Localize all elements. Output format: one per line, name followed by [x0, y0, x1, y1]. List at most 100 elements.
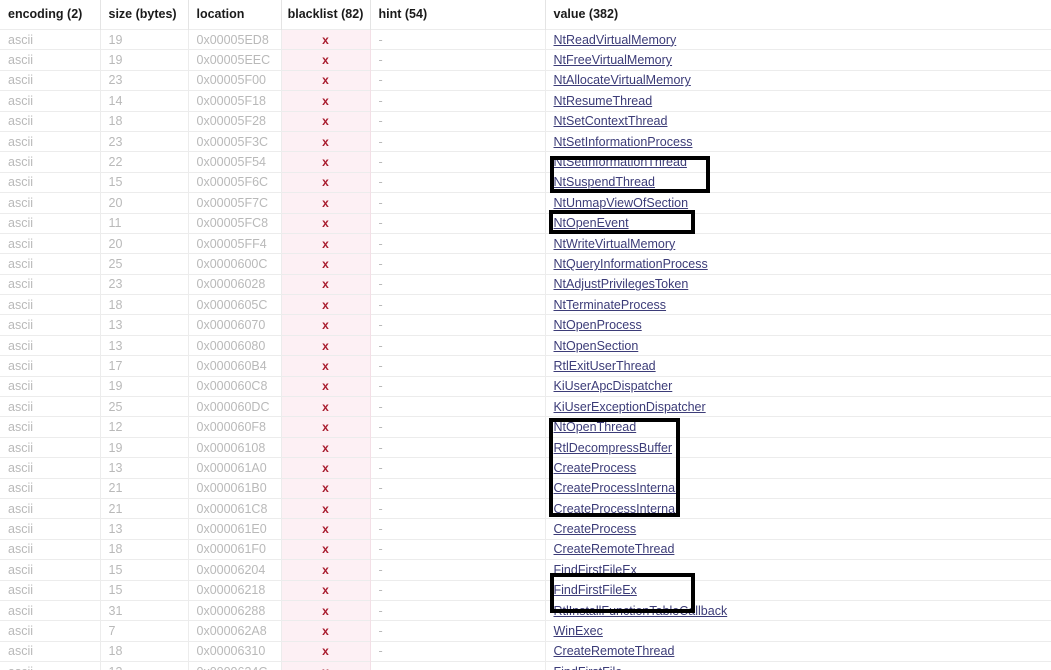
function-name-link[interactable]: FindFirstFileEx — [554, 563, 637, 577]
column-header-size[interactable]: size (bytes) — [100, 0, 189, 30]
cell-value[interactable]: RtlExitUserThread — [545, 355, 1051, 377]
cell-value[interactable]: CreateProcess — [545, 518, 1051, 540]
function-name-link[interactable]: FindFirstFileEx — [554, 583, 637, 597]
cell-value[interactable]: RtlDecompressBuffer — [545, 436, 1051, 458]
column-header-hint[interactable]: hint (54) — [370, 0, 546, 30]
function-name-link[interactable]: NtUnmapViewOfSection — [554, 196, 689, 210]
cell-value[interactable]: NtOpenThread — [545, 416, 1051, 438]
function-name-link[interactable]: NtResumeThread — [554, 94, 653, 108]
table-row[interactable]: ascii 18 0x00005F28 x - NtSetContextThread — [0, 110, 1051, 132]
table-row[interactable]: ascii 22 0x00005F54 x - NtSetInformationThrea… — [0, 151, 1051, 173]
cell-value[interactable]: NtResumeThread — [545, 90, 1051, 112]
cell-value[interactable]: NtAllocateVirtualMemory — [545, 69, 1051, 91]
function-name-link[interactable]: WinExec — [554, 624, 603, 638]
cell-value[interactable]: FindFirstFileEx — [545, 559, 1051, 581]
table-row[interactable]: ascii 21 0x000061C8 x - CreateProcessInternal — [0, 497, 1051, 519]
cell-value[interactable]: NtFreeVirtualMemory — [545, 49, 1051, 71]
function-name-link[interactable]: NtQueryInformationProcess — [554, 257, 708, 271]
function-name-link[interactable]: NtOpenThread — [554, 420, 637, 434]
function-name-link[interactable]: KiUserExceptionDispatcher — [554, 400, 706, 414]
table-row[interactable]: ascii 19 0x000060C8 x - KiUserApcDispatcher — [0, 375, 1051, 397]
cell-value[interactable]: NtWriteVirtualMemory — [545, 232, 1051, 254]
table-row[interactable]: ascii130x0000634Cx- FindFirstFile — [0, 661, 1051, 670]
function-name-link[interactable]: NtAllocateVirtualMemory — [554, 73, 691, 87]
table-row[interactable]: ascii 11 0x00005FC8 x - NtOpenEvent — [0, 212, 1051, 234]
cell-value[interactable]: NtSetContextThread — [545, 110, 1051, 132]
function-name-link[interactable]: CreateProcessInternal — [554, 502, 678, 516]
function-name-link[interactable]: CreateProcessInternal — [554, 481, 678, 495]
cell-value[interactable]: CreateProcessInternal — [545, 477, 1051, 499]
table-row[interactable]: ascii 19 0x00006108 x - RtlDecompressBuffer — [0, 436, 1051, 458]
cell-value[interactable]: KiUserExceptionDispatcher — [545, 396, 1051, 417]
table-row[interactable]: ascii 20 0x00005F7C x - NtUnmapViewOfSection — [0, 192, 1051, 214]
table-row[interactable]: ascii 17 0x000060B4 x - RtlExitUserThread — [0, 355, 1051, 377]
function-name-link[interactable]: NtFreeVirtualMemory — [554, 53, 673, 67]
table-row[interactable]: ascii 18 0x0000605C x - NtTerminateProcess — [0, 294, 1051, 315]
cell-value[interactable]: FindFirstFile — [545, 661, 1051, 670]
function-name-link[interactable]: RtlInstallFunctionTableCallback — [554, 604, 728, 618]
cell-value[interactable]: WinExec — [545, 620, 1051, 642]
table-row[interactable]: ascii 15 0x00006218 x - FindFirstFileEx — [0, 579, 1051, 601]
table-row[interactable]: ascii 13 0x000061A0 x - CreateProcess — [0, 457, 1051, 479]
table-row[interactable]: ascii 13 0x000061E0 x - CreateProcess — [0, 518, 1051, 540]
table-row[interactable]: ascii 23 0x00006028 x - NtAdjustPrivilegesTok… — [0, 273, 1051, 295]
column-header-location[interactable]: location — [188, 0, 282, 30]
cell-value[interactable]: NtSetInformationThread — [545, 151, 1051, 173]
table-row[interactable]: ascii 19 0x00005EEC x - NtFreeVirtualMemory — [0, 49, 1051, 71]
function-name-link[interactable]: RtlDecompressBuffer — [554, 441, 673, 455]
table-row[interactable]: ascii 7 0x000062A8 x - WinExec — [0, 620, 1051, 642]
function-name-link[interactable]: NtWriteVirtualMemory — [554, 237, 676, 251]
function-name-link[interactable]: CreateRemoteThread — [554, 644, 675, 658]
function-name-link[interactable]: NtTerminateProcess — [554, 298, 667, 312]
cell-value[interactable]: CreateProcess — [545, 457, 1051, 479]
function-name-link[interactable]: CreateProcess — [554, 522, 637, 536]
function-name-link[interactable]: NtOpenEvent — [554, 216, 629, 230]
table-row[interactable]: ascii 12 0x000060F8 x - NtOpenThread — [0, 416, 1051, 438]
table-row[interactable]: ascii 18 0x000061F0 x - CreateRemoteThread — [0, 538, 1051, 560]
function-name-link[interactable]: NtOpenProcess — [554, 318, 642, 332]
function-name-link[interactable]: FindFirstFile — [554, 665, 623, 670]
cell-value[interactable]: NtQueryInformationProcess — [545, 253, 1051, 275]
cell-value[interactable]: NtReadVirtualMemory — [545, 28, 1051, 50]
cell-value[interactable]: KiUserApcDispatcher — [545, 375, 1051, 397]
table-row[interactable]: ascii 25 0x000060DC x - KiUserExceptionDispat… — [0, 396, 1051, 417]
table-row[interactable]: ascii 18 0x00006310 x - CreateRemoteThread — [0, 640, 1051, 662]
table-row[interactable]: ascii 21 0x000061B0 x - CreateProcessInternal — [0, 477, 1051, 499]
function-name-link[interactable]: NtAdjustPrivilegesToken — [554, 277, 689, 291]
function-name-link[interactable]: KiUserApcDispatcher — [554, 379, 673, 393]
function-name-link[interactable]: NtSetInformationThread — [554, 155, 687, 169]
table-row[interactable]: ascii 23 0x00005F00 x - NtAllocateVirtualMemo… — [0, 69, 1051, 91]
column-header-value[interactable]: value (382) — [545, 0, 1051, 30]
cell-value[interactable]: RtlInstallFunctionTableCallback — [545, 599, 1051, 621]
function-name-link[interactable]: CreateRemoteThread — [554, 542, 675, 556]
function-name-link[interactable]: NtSetContextThread — [554, 114, 668, 128]
cell-value[interactable]: NtSetInformationProcess — [545, 130, 1051, 152]
table-row[interactable]: ascii 23 0x00005F3C x - NtSetInformationProce… — [0, 130, 1051, 152]
table-row[interactable]: ascii 19 0x00005ED8 x - NtReadVirtualMemory — [0, 28, 1051, 50]
cell-value[interactable]: CreateRemoteThread — [545, 538, 1051, 560]
cell-value[interactable]: NtSuspendThread — [545, 171, 1051, 193]
table-row[interactable]: ascii 13 0x00006080 x - NtOpenSection — [0, 334, 1051, 356]
cell-value[interactable]: NtOpenSection — [545, 334, 1051, 356]
cell-value[interactable]: CreateProcessInternal — [545, 497, 1051, 519]
column-header-encoding[interactable]: encoding (2) — [0, 0, 101, 30]
function-name-link[interactable]: NtSetInformationProcess — [554, 135, 693, 149]
table-row[interactable]: ascii 31 0x00006288 x - RtlInstallFunctionTab… — [0, 599, 1051, 621]
cell-value[interactable]: NtUnmapViewOfSection — [545, 192, 1051, 214]
table-row[interactable]: ascii 14 0x00005F18 x - NtResumeThread — [0, 90, 1051, 112]
function-name-link[interactable]: RtlExitUserThread — [554, 359, 656, 373]
cell-value[interactable]: NtOpenProcess — [545, 314, 1051, 336]
table-row[interactable]: ascii 15 0x00006204 x - FindFirstFileEx — [0, 559, 1051, 581]
table-row[interactable]: ascii 20 0x00005FF4 x - NtWriteVirtualMemory — [0, 232, 1051, 254]
table-row[interactable]: ascii 13 0x00006070 x - NtOpenProcess — [0, 314, 1051, 336]
column-header-blacklist[interactable]: blacklist (82) — [281, 0, 371, 30]
table-row[interactable]: ascii 25 0x0000600C x - NtQueryInformationPro… — [0, 253, 1051, 275]
cell-value[interactable]: NtAdjustPrivilegesToken — [545, 273, 1051, 295]
function-name-link[interactable]: CreateProcess — [554, 461, 637, 475]
function-name-link[interactable]: NtSuspendThread — [554, 175, 655, 189]
cell-value[interactable]: FindFirstFileEx — [545, 579, 1051, 601]
function-name-link[interactable]: NtOpenSection — [554, 339, 639, 353]
function-name-link[interactable]: NtReadVirtualMemory — [554, 33, 677, 47]
cell-value[interactable]: CreateRemoteThread — [545, 640, 1051, 662]
cell-value[interactable]: NtTerminateProcess — [545, 294, 1051, 315]
